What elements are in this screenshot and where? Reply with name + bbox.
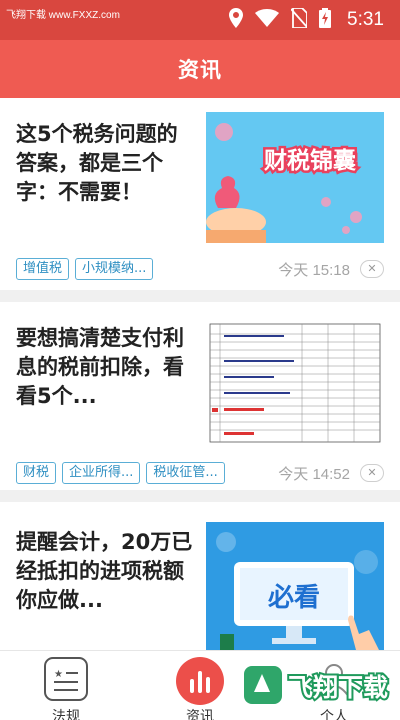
article-time: 今天 15:18 <box>278 261 350 279</box>
article-meta: 今天 14:52 ✕ <box>278 462 384 484</box>
status-bar: 飞翔下载 www.FXXZ.com 5:31 <box>0 0 400 40</box>
tag[interactable]: 小规模纳... <box>75 258 154 280</box>
article-time: 今天 14:52 <box>278 465 350 483</box>
tag[interactable]: 增值税 <box>16 258 70 280</box>
thumbnail-text: 必看 <box>268 583 320 613</box>
status-watermark: 飞翔下载 www.FXXZ.com <box>6 10 120 21</box>
nav-item-news[interactable]: 资讯 <box>150 651 250 720</box>
no-sim-icon <box>290 7 308 32</box>
article-thumbnail[interactable]: 财税锦囊 <box>206 112 384 243</box>
nav-label: 个人 <box>320 709 348 720</box>
thumbnail-text: 财税锦囊 <box>264 147 356 174</box>
watermark-text: 飞翔下载 <box>288 673 388 702</box>
nav-label: 资讯 <box>186 709 214 720</box>
article-tags: 财税 企业所得... 税收征管... <box>16 462 225 484</box>
location-icon <box>229 8 244 32</box>
news-chart-icon <box>176 657 224 709</box>
svg-text:★: ★ <box>54 669 63 680</box>
wifi-icon <box>255 9 280 31</box>
tag[interactable]: 财税 <box>16 462 57 484</box>
article-title[interactable]: 提醒会计，20万已经抵扣的进项税额你应做... <box>16 528 196 615</box>
page-title: 资讯 <box>178 58 222 82</box>
article-card[interactable]: 这5个税务问题的答案，都是三个字：不需要！ 财税锦囊 增值税 小规模纳... 今… <box>0 98 400 290</box>
article-tags: 增值税 小规模纳... <box>16 258 154 280</box>
watermark-logo: 飞翔下载 <box>240 662 390 708</box>
status-icons: 5:31 <box>229 7 384 32</box>
tag[interactable]: 税收征管... <box>146 462 225 484</box>
dismiss-button[interactable]: ✕ <box>360 260 384 278</box>
status-time: 5:31 <box>347 9 384 30</box>
article-card[interactable]: 提醒会计，20万已经抵扣的进项税额你应做... 必看 <box>0 502 400 650</box>
battery-charging-icon <box>319 8 332 32</box>
article-card[interactable]: 要想搞清楚支付利息的税前扣除，看看5个... 财税 企业所得... 税收征管..… <box>0 302 400 490</box>
article-title[interactable]: 要想搞清楚支付利息的税前扣除，看看5个... <box>16 324 196 411</box>
article-title[interactable]: 这5个税务问题的答案，都是三个字：不需要！ <box>16 120 196 207</box>
title-bar: 资讯 <box>0 40 400 98</box>
nav-label: 法规 <box>52 709 80 720</box>
regulation-icon: ★ <box>44 657 88 705</box>
article-thumbnail[interactable]: 必看 <box>206 522 384 650</box>
news-feed[interactable]: 这5个税务问题的答案，都是三个字：不需要！ 财税锦囊 增值税 小规模纳... 今… <box>0 98 400 650</box>
nav-item-regulations[interactable]: ★ 法规 <box>16 651 116 720</box>
tag[interactable]: 企业所得... <box>62 462 141 484</box>
article-thumbnail[interactable] <box>206 318 384 446</box>
article-meta: 今天 15:18 ✕ <box>278 258 384 280</box>
dismiss-button[interactable]: ✕ <box>360 464 384 482</box>
